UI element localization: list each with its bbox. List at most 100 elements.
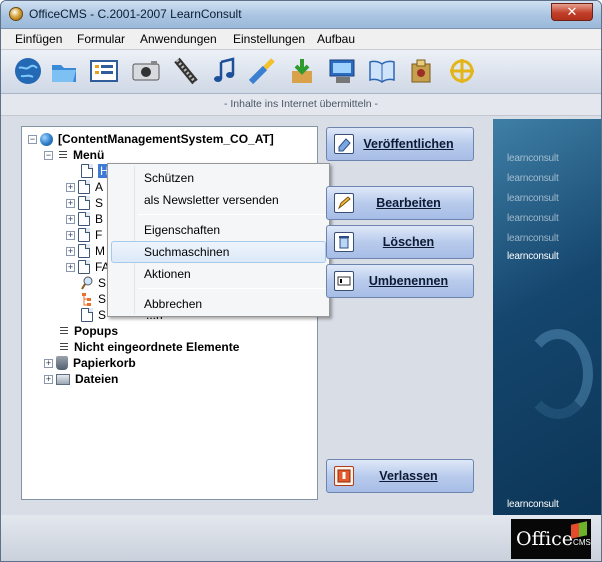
office-logo-suffix: CMS <box>573 538 591 547</box>
brand-swirl-graphic <box>523 329 593 419</box>
projector-icon[interactable] <box>327 56 357 86</box>
office-logo-text: Office <box>516 528 574 550</box>
tree-node-label: Dateien <box>75 372 119 386</box>
puzzle-icon[interactable] <box>407 56 437 86</box>
tree-node-label: Papierkorb <box>73 356 136 370</box>
context-item-newsletter[interactable]: als Newsletter versenden <box>111 189 326 211</box>
publish-button-label: Veröffentlichen <box>363 137 454 151</box>
brand-logo: learnconsult <box>507 233 559 244</box>
office-cms-logo: OfficeCMS <box>511 519 591 559</box>
eraser-icon <box>334 134 354 154</box>
book-icon[interactable] <box>367 56 397 86</box>
office-flag-icon <box>571 521 587 539</box>
context-item-actions[interactable]: Aktionen <box>111 263 326 285</box>
brush-icon[interactable] <box>247 56 277 86</box>
page-icon <box>78 244 90 258</box>
folder-icon[interactable] <box>49 56 79 86</box>
brand-logo: learnconsult <box>507 251 559 262</box>
tree-node-page[interactable]: + B <box>66 211 103 227</box>
app-window: OfficeCMS - C.2001-2007 LearnConsult ✕ E… <box>0 0 602 562</box>
tree-node-page[interactable]: + A <box>66 179 103 195</box>
expand-icon[interactable]: + <box>44 374 53 384</box>
tree-node-label: S <box>98 276 107 290</box>
tree-node-page[interactable]: + F <box>66 227 102 243</box>
menu-bar: Einfügen Formular Anwendungen Einstellun… <box>1 29 601 50</box>
brand-logo: learnconsult <box>507 213 559 224</box>
tree-node-label: S <box>98 308 107 322</box>
page-icon <box>78 228 90 242</box>
music-note-icon[interactable] <box>209 56 239 86</box>
page-icon <box>78 212 90 226</box>
download-box-icon[interactable] <box>287 56 317 86</box>
menu-einfuegen[interactable]: Einfügen <box>15 32 62 46</box>
expand-icon[interactable]: + <box>66 214 75 224</box>
exit-button-label: Verlassen <box>379 469 438 483</box>
tree-node-unassigned[interactable]: Nicht eingeordnete Elemente <box>57 339 239 355</box>
edit-button[interactable]: Bearbeiten <box>326 186 474 220</box>
form-list-icon[interactable] <box>89 56 119 86</box>
film-icon[interactable] <box>171 56 201 86</box>
collapse-icon[interactable]: − <box>44 150 53 160</box>
expand-icon[interactable]: + <box>66 262 75 272</box>
menu-aufbau[interactable]: Aufbau <box>317 32 355 46</box>
sitemap-icon <box>81 292 93 306</box>
tree-node-trash[interactable]: + Papierkorb <box>44 355 136 371</box>
text-field-icon <box>334 271 354 291</box>
tree-node-search[interactable]: S <box>81 275 106 291</box>
context-item-properties[interactable]: Eigenschaften <box>111 219 326 241</box>
tree-node-label: F <box>95 228 103 242</box>
tree-node-label: Nicht eingeordnete Elemente <box>74 340 240 354</box>
collapse-icon[interactable]: − <box>28 134 37 144</box>
brand-logo: learnconsult <box>507 193 559 204</box>
tree-node-label: Menü <box>73 148 105 162</box>
expand-icon[interactable]: + <box>66 198 75 208</box>
context-item-search-engines[interactable]: Suchmaschinen <box>111 241 326 263</box>
tree-node-label: B <box>95 212 104 226</box>
menu-einstellungen[interactable]: Einstellungen <box>233 32 305 46</box>
status-text: - Inhalte ins Internet übermitteln - <box>1 94 601 116</box>
tree-node-page[interactable]: + S <box>66 195 103 211</box>
tree-node-page[interactable]: + M <box>66 243 105 259</box>
target-icon[interactable] <box>447 56 477 86</box>
tree-node-popups[interactable]: Popups <box>57 323 118 339</box>
menu-list-icon <box>60 326 68 336</box>
brand-logo: learnconsult <box>507 173 559 184</box>
page-icon <box>81 164 93 178</box>
context-separator <box>138 214 326 215</box>
tree-node-sitemap[interactable]: S <box>81 291 106 307</box>
page-icon <box>78 196 90 210</box>
tree-node-label: S <box>95 196 104 210</box>
expand-icon[interactable]: + <box>66 230 75 240</box>
bottom-bar: OfficeCMS <box>1 515 601 561</box>
tree-node-root[interactable]: − [ContentManagementSystem_CO_AT] <box>28 131 274 147</box>
faq-icon <box>78 260 90 274</box>
menu-anwendungen[interactable]: Anwendungen <box>140 32 217 46</box>
expand-icon[interactable]: + <box>66 182 75 192</box>
title-bar[interactable]: OfficeCMS - C.2001-2007 LearnConsult ✕ <box>1 1 601 29</box>
rename-button-label: Umbenennen <box>368 274 449 288</box>
context-item-cancel[interactable]: Abbrechen <box>111 293 326 315</box>
close-button[interactable]: ✕ <box>551 3 593 21</box>
drive-icon <box>56 373 70 385</box>
bin-icon <box>334 232 354 252</box>
rename-button[interactable]: Umbenennen <box>326 264 474 298</box>
delete-button[interactable]: Löschen <box>326 225 474 259</box>
globe-icon[interactable] <box>13 56 43 86</box>
tree-node-label: S <box>98 292 107 306</box>
brand-panel: learnconsult learnconsult learnconsult l… <box>493 119 601 515</box>
expand-icon[interactable]: + <box>44 358 53 368</box>
menu-formular[interactable]: Formular <box>77 32 125 46</box>
tree-node-faq[interactable]: + FA <box>66 259 110 275</box>
window-title: OfficeCMS - C.2001-2007 LearnConsult <box>29 7 242 21</box>
menu-list-icon <box>60 342 68 352</box>
tree-node-files[interactable]: + Dateien <box>44 371 118 387</box>
context-separator <box>138 288 326 289</box>
tree-node-menu[interactable]: − Menü <box>44 147 104 163</box>
expand-icon[interactable]: + <box>66 246 75 256</box>
context-item-protect[interactable]: Schützen <box>111 167 326 189</box>
camera-icon[interactable] <box>131 56 161 86</box>
exit-button[interactable]: Verlassen <box>326 459 474 493</box>
delete-button-label: Löschen <box>382 235 435 249</box>
edit-button-label: Bearbeiten <box>376 196 441 210</box>
publish-button[interactable]: Veröffentlichen <box>326 127 474 161</box>
